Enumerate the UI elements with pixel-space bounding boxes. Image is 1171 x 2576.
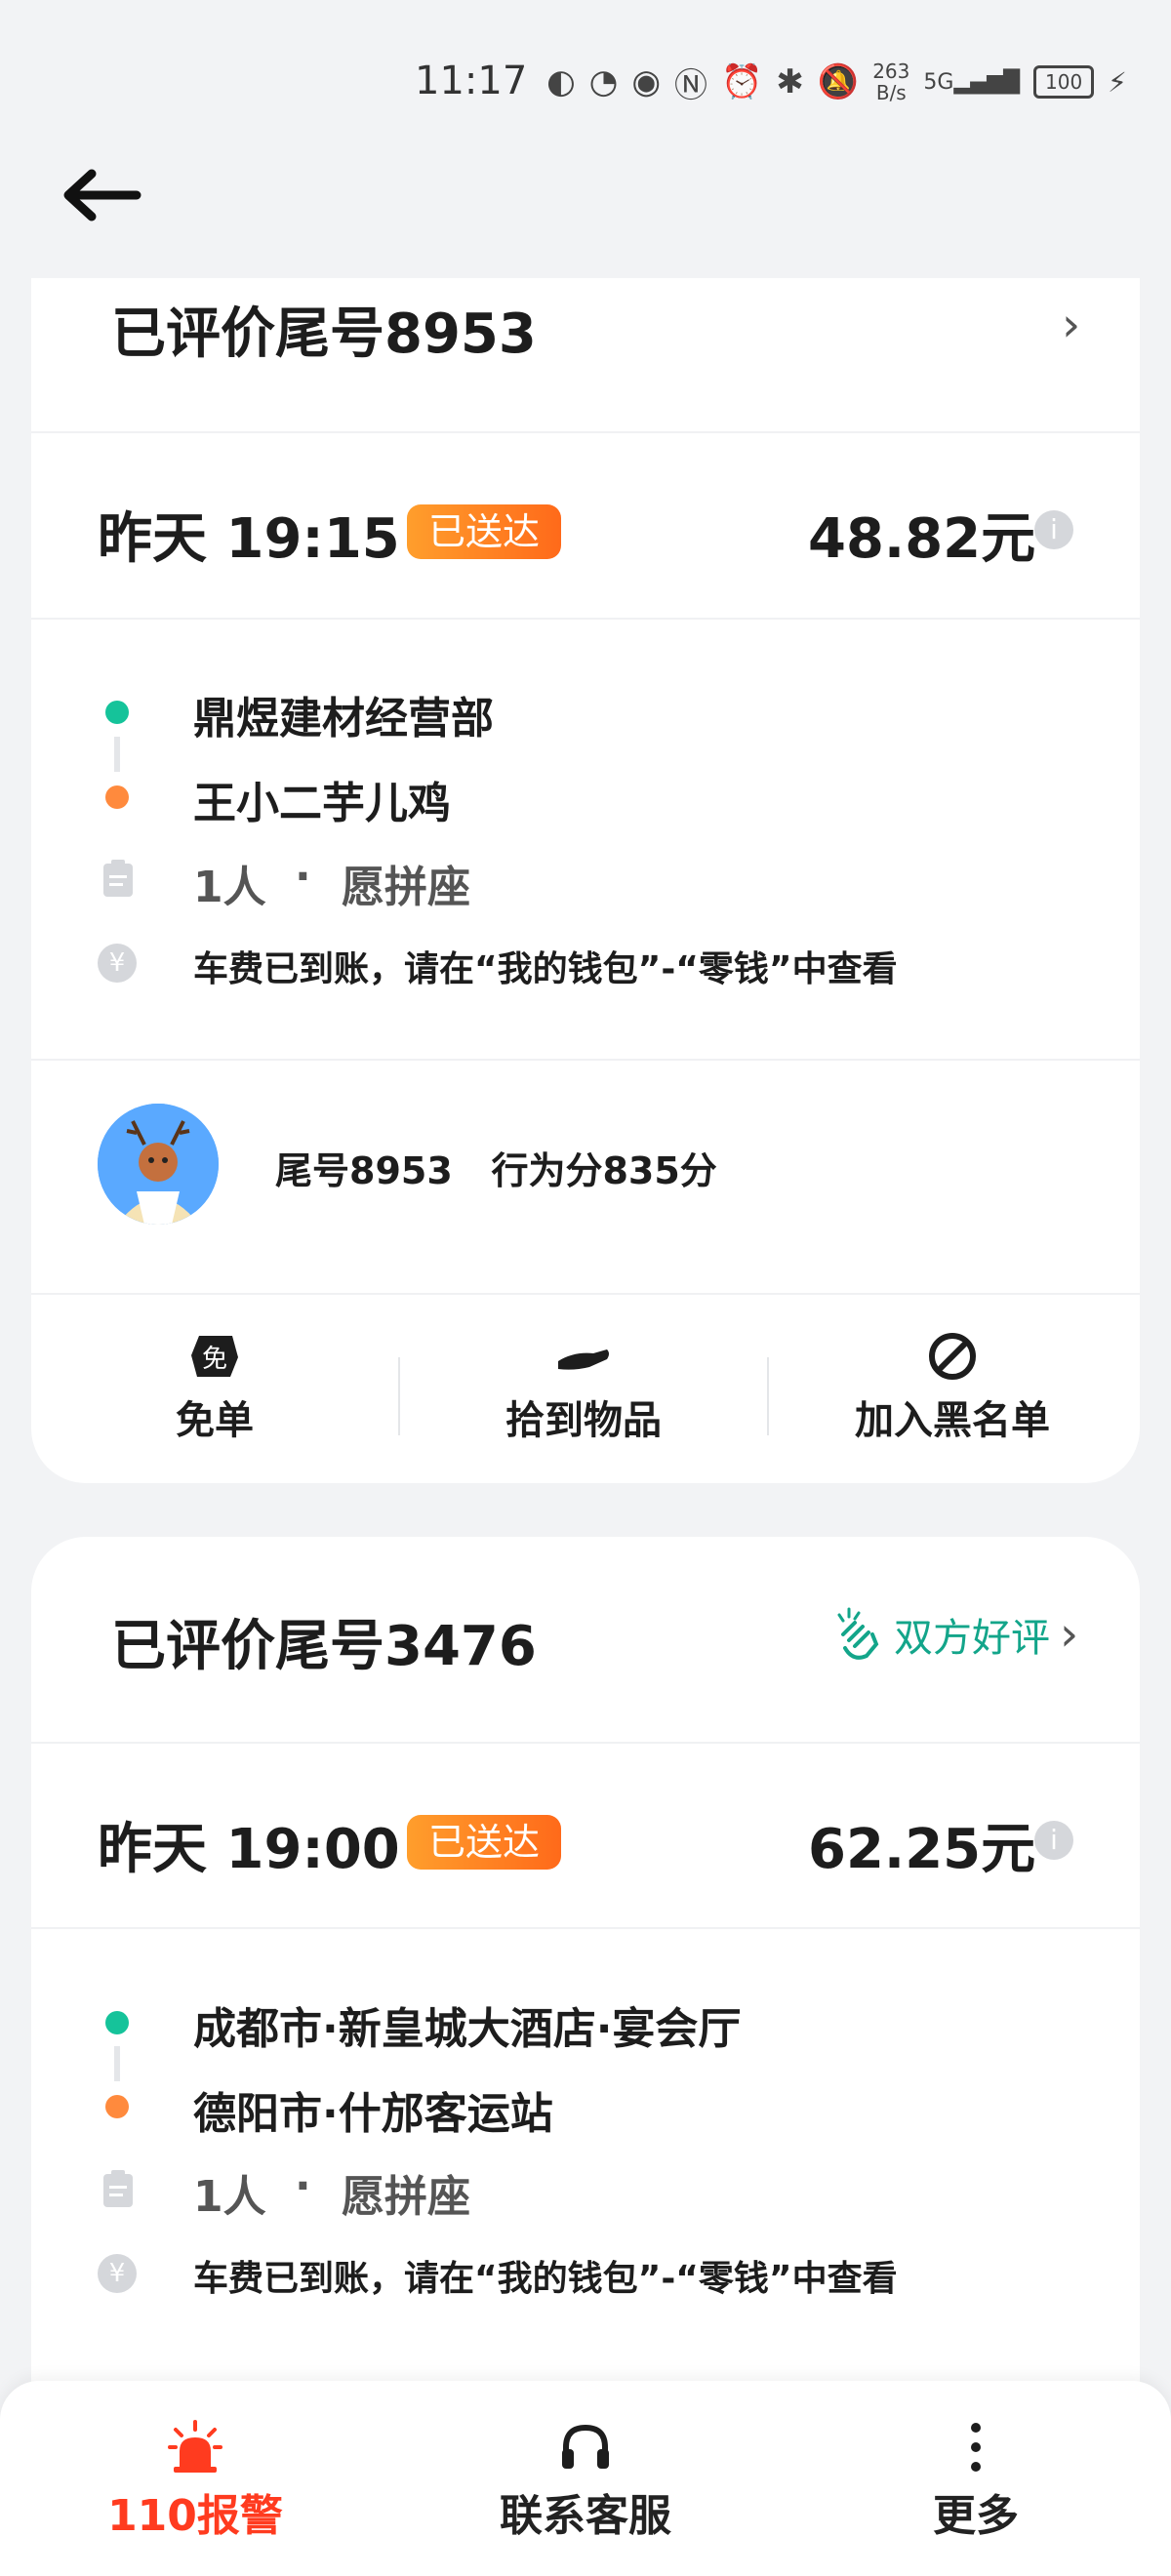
headset-icon <box>562 2424 609 2469</box>
divider <box>31 1059 1140 1061</box>
mutual-praise-link[interactable]: 双方好评 › <box>833 1605 1078 1664</box>
arrow-left-icon <box>63 169 141 221</box>
payment-note: 车费已到账，请在“我的钱包”-“零钱”中查看 <box>193 2259 898 2299</box>
contact-service-button[interactable]: 联系客服 <box>439 2420 732 2543</box>
end-dot-icon <box>105 785 129 809</box>
divider <box>31 1742 1140 1744</box>
more-vertical-icon <box>971 2423 981 2472</box>
chevron-right-icon: › <box>1060 1607 1079 1662</box>
order-card: 已评价尾号8953 › 昨天 19:15 已送达 48.82元 i 鼎煜建材经营… <box>31 278 1140 1483</box>
divider <box>31 1927 1140 1929</box>
more-label: 更多 <box>933 2491 1019 2541</box>
divider <box>31 618 1140 620</box>
more-button[interactable]: 更多 <box>829 2420 1122 2543</box>
order-card: 已评价尾号3476 双方好评 › 昨天 19:00 已送达 62.25元 i 成… <box>31 1537 1140 2493</box>
praise-label: 双方好评 <box>894 1616 1050 1661</box>
mute-icon: 🔕 <box>817 62 860 101</box>
siren-icon <box>168 2420 222 2473</box>
yen-icon: ¥ <box>98 944 137 983</box>
dropoff-address: 王小二芋儿鸡 <box>193 779 451 828</box>
info-icon[interactable]: i <box>1034 1821 1073 1860</box>
back-button[interactable] <box>59 166 156 254</box>
deer-avatar-icon <box>98 1104 219 1225</box>
separator-dot: · <box>295 852 311 902</box>
status-badge: 已送达 <box>407 1815 562 1870</box>
blacklist-button[interactable]: 加入黑名单 <box>769 1332 1136 1445</box>
route-line <box>114 737 120 772</box>
bottom-action-bar: 110报警 联系客服 更多 <box>0 2381 1171 2576</box>
clipboard-icon <box>103 860 133 897</box>
action-label: 加入黑名单 <box>855 1398 1050 1443</box>
separator-dot: · <box>295 2161 311 2211</box>
clipboard-icon <box>103 2170 133 2207</box>
pickup-address: 成都市·新皇城大酒店·宴会厅 <box>193 2004 742 2054</box>
block-icon <box>929 1333 976 1380</box>
dropoff-address: 德阳市·什邡客运站 <box>193 2089 553 2139</box>
free-ticket-icon: 免 <box>191 1336 238 1377</box>
status-bar: 11:17 ◐ ◔ ◉ Ⓝ ⏰ ✱ 🔕 263 B/s 5G▂▄▆█ 100 ⚡ <box>0 0 1171 166</box>
end-dot-icon <box>105 2095 129 2118</box>
status-badge: 已送达 <box>407 504 562 559</box>
seat-preference: 愿拼座 <box>342 863 470 912</box>
action-label: 拾到物品 <box>505 1398 662 1443</box>
yen-icon: ¥ <box>98 2254 137 2293</box>
driver-info: 尾号8953 行为分835分 <box>275 1149 717 1192</box>
order-time: 昨天 19:00 <box>98 1818 400 1881</box>
service-label: 联系客服 <box>500 2491 671 2541</box>
clap-hands-icon <box>837 1607 879 1660</box>
passenger-count: 1人 <box>193 2172 266 2222</box>
eye-icon: ◉ <box>631 62 662 101</box>
status-icons: ◐ ◔ ◉ Ⓝ ⏰ ✱ 🔕 263 B/s 5G▂▄▆█ 100 ⚡ <box>546 60 1127 105</box>
avatar[interactable] <box>98 1104 219 1225</box>
app-indicator-icon: ◐ <box>546 62 576 101</box>
status-time: 11:17 <box>415 59 528 103</box>
charging-icon: ⚡ <box>1108 65 1127 99</box>
signal-icon: 5G▂▄▆█ <box>923 69 1021 95</box>
action-label: 免单 <box>176 1398 254 1443</box>
hand-icon <box>558 1349 609 1370</box>
order-price: 62.25元 <box>808 1818 1036 1881</box>
start-dot-icon <box>105 701 129 724</box>
payment-note: 车费已到账，请在“我的钱包”-“零钱”中查看 <box>193 949 898 989</box>
speedometer-icon: ◔ <box>588 62 619 101</box>
seat-preference: 愿拼座 <box>342 2172 470 2222</box>
alarm-label: 110报警 <box>107 2491 283 2541</box>
nfc-icon: Ⓝ <box>674 65 708 105</box>
order-price: 48.82元 <box>808 507 1036 571</box>
info-icon[interactable]: i <box>1034 510 1073 549</box>
divider <box>31 1293 1140 1295</box>
chevron-right-icon[interactable]: › <box>1062 298 1080 352</box>
order-title: 已评价尾号3476 <box>111 1615 537 1678</box>
bluetooth-icon: ✱ <box>776 62 804 101</box>
divider <box>31 431 1140 433</box>
alarm-icon: ⏰ <box>721 62 763 101</box>
order-time: 昨天 19:15 <box>98 507 400 571</box>
network-speed: 263 B/s <box>872 60 910 104</box>
order-title: 已评价尾号8953 <box>111 302 537 366</box>
start-dot-icon <box>105 2011 129 2034</box>
route-line <box>114 2046 120 2081</box>
lost-item-button[interactable]: 拾到物品 <box>400 1332 767 1445</box>
emergency-alarm-button[interactable]: 110报警 <box>49 2420 342 2543</box>
svg-text:免: 免 <box>202 1345 227 1374</box>
passenger-count: 1人 <box>193 863 266 912</box>
pickup-address: 鼎煜建材经营部 <box>193 694 494 744</box>
free-order-button[interactable]: 免 免单 <box>31 1332 398 1445</box>
battery-icon: 100 <box>1033 65 1095 99</box>
